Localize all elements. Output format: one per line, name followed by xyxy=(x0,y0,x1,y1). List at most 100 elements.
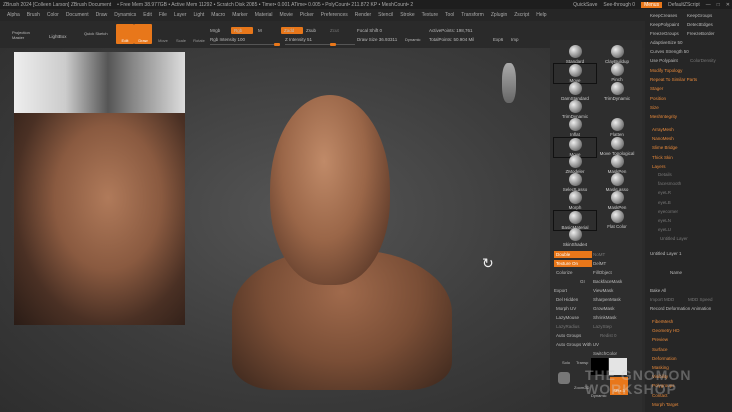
rp-stager[interactable]: Stager xyxy=(650,86,663,91)
move-button[interactable]: Move xyxy=(154,24,172,44)
switchcolor-button[interactable]: SwitchColor xyxy=(593,351,617,356)
menu-zplugin[interactable]: Zplugin xyxy=(491,12,507,18)
rotate-button[interactable]: Rotate xyxy=(190,24,208,44)
zsub-button[interactable]: Zsub xyxy=(306,28,316,33)
brush-damstandard[interactable]: DamStandard xyxy=(553,81,597,101)
mdd-speed-slider[interactable]: MDD Speed xyxy=(688,297,713,302)
brush-move-topological[interactable]: Move Topological xyxy=(595,136,639,156)
z-intensity-slider[interactable]: Z Intensity 51 xyxy=(285,37,312,42)
rp-surface[interactable]: Surface xyxy=(652,347,668,352)
mrgb-button[interactable]: Mrgb xyxy=(210,28,220,33)
quick-sketch-button[interactable]: Quick Sketch xyxy=(84,31,112,36)
rp-preview[interactable]: Preview xyxy=(652,337,668,342)
growmask-button[interactable]: GrowMask xyxy=(593,306,615,311)
menu-movie[interactable]: Movie xyxy=(280,12,293,18)
backfacemask-button[interactable]: BackfaceMask xyxy=(593,279,622,284)
menu-color[interactable]: Color xyxy=(47,12,59,18)
layer-facesmooth[interactable]: facesmooth xyxy=(658,181,681,186)
rp-deformation[interactable]: Deformation xyxy=(652,356,677,361)
menu-texture[interactable]: Texture xyxy=(422,12,438,18)
fillobject-button[interactable]: FillObject xyxy=(593,270,612,275)
brush-trimdynamic[interactable]: TrimDynamic xyxy=(553,99,597,119)
menu-zscript[interactable]: Zscript xyxy=(514,12,529,18)
brush-zmodeler[interactable]: ZModeler xyxy=(553,154,597,174)
close-icon[interactable]: ✕ xyxy=(726,2,730,8)
menu-light[interactable]: Light xyxy=(193,12,204,18)
menu-alpha[interactable]: Alpha xyxy=(7,12,20,18)
nomt-button[interactable]: NoMT xyxy=(593,252,605,257)
double-button[interactable]: Double xyxy=(554,251,592,258)
menu-brush[interactable]: Brush xyxy=(27,12,40,18)
rp-detectedges[interactable]: DetectEdges xyxy=(687,22,713,27)
maximize-icon[interactable]: □ xyxy=(717,2,720,8)
seethrough-slider[interactable]: See-through 0 xyxy=(603,2,635,8)
layer-eyelu[interactable]: eyeLU xyxy=(658,227,671,232)
brush-inflat[interactable]: Inflat xyxy=(553,118,597,137)
menu-transform[interactable]: Transform xyxy=(461,12,484,18)
rp-slime-bridge[interactable]: Slime Bridge xyxy=(652,145,678,150)
layer-name-button[interactable]: Name xyxy=(670,270,682,275)
rp-meshintegrity[interactable]: MeshIntegrity xyxy=(650,114,677,119)
export-button[interactable]: Exp6 xyxy=(493,37,503,42)
untitled-layer-field[interactable]: Untitled Layer xyxy=(660,236,688,241)
default-script[interactable]: DefaultZScript xyxy=(668,2,700,8)
brush-skinshade4[interactable]: SkinShade4 xyxy=(553,228,597,247)
delmt-button[interactable]: DelMT xyxy=(593,261,606,266)
bake-all-button[interactable]: Bake All xyxy=(650,288,666,293)
menu-layer[interactable]: Layer xyxy=(174,12,187,18)
rp-fibermesh[interactable]: FiberMesh xyxy=(652,319,673,324)
rp-position[interactable]: Position xyxy=(650,96,666,101)
menu-stroke[interactable]: Stroke xyxy=(400,12,414,18)
colorize-button[interactable]: Colorize xyxy=(556,270,573,275)
sharpenmask-button[interactable]: SharpenMask xyxy=(593,297,621,302)
auto-groups-uv-button[interactable]: Auto Groups With UV xyxy=(556,342,599,347)
menu-draw[interactable]: Draw xyxy=(96,12,108,18)
zcut-button[interactable]: Zcut xyxy=(330,28,339,33)
import-mdd-button[interactable]: Import MDD xyxy=(650,297,674,302)
lazyradius-slider[interactable]: LazyRadius xyxy=(556,324,580,329)
scale-button[interactable]: Scale xyxy=(172,24,190,44)
layer-eyelb[interactable]: eyeLB xyxy=(658,200,671,205)
rp-keepcreases[interactable]: KeepCreases xyxy=(650,13,677,18)
menu-dynamics[interactable]: Dynamics xyxy=(114,12,136,18)
menu-document[interactable]: Document xyxy=(66,12,89,18)
rp-size[interactable]: Size xyxy=(650,105,659,110)
layer-details[interactable]: Details xyxy=(658,172,672,177)
draw-size-slider[interactable]: Draw Size 36.93311 xyxy=(357,37,397,42)
zadd-button[interactable]: Zadd xyxy=(281,27,303,34)
navigation-cube-head-icon[interactable] xyxy=(502,63,516,103)
layers-header[interactable]: Layers xyxy=(652,164,666,169)
rp-freezegroups[interactable]: FreezeGroups xyxy=(650,31,679,36)
del-hidden-button[interactable]: Del Hidden xyxy=(556,297,578,302)
menu-material[interactable]: Material xyxy=(255,12,273,18)
shrinkmask-button[interactable]: ShrinkMask xyxy=(593,315,617,320)
rp-nanomesh[interactable]: NanoMesh xyxy=(652,136,674,141)
use-polypaint-button[interactable]: Use Polypaint xyxy=(650,58,678,63)
brush-trimdynamic[interactable]: TrimDynamic xyxy=(595,81,639,101)
layer-eyelr[interactable]: eyeLR xyxy=(658,190,671,195)
rgb-intensity-slider[interactable]: Rgb Intensity 100 xyxy=(210,37,245,42)
record-deformation-button[interactable]: Record Deformation Animation xyxy=(650,306,711,311)
layer-eyecorner[interactable]: eyecorner xyxy=(658,209,678,214)
focal-shift-slider[interactable]: Focal Shift 0 xyxy=(357,28,382,33)
brush-masklasso[interactable]: MaskLasso xyxy=(595,173,639,192)
menu-marker[interactable]: Marker xyxy=(232,12,248,18)
rp-freezeborder[interactable]: FreezeBorder xyxy=(687,31,715,36)
rp-repeat-to-similar-parts[interactable]: Repeat To Similar Parts xyxy=(650,77,697,82)
menu-stencil[interactable]: Stencil xyxy=(378,12,393,18)
solo-icon[interactable] xyxy=(558,372,570,384)
brush-flatten[interactable]: Flatten xyxy=(595,118,639,137)
z-intensity-track[interactable] xyxy=(285,43,355,46)
rp-arraymesh[interactable]: ArrayMesh xyxy=(652,127,674,132)
solo-button[interactable]: Solo xyxy=(562,360,570,365)
quicksave-button[interactable]: QuickSave xyxy=(573,2,597,8)
rp-modify-topology[interactable]: Modify Topology xyxy=(650,68,682,73)
menu-edit[interactable]: Edit xyxy=(143,12,152,18)
projection-master-button[interactable]: Projection Master xyxy=(12,30,34,40)
menu-picker[interactable]: Picker xyxy=(300,12,314,18)
export-brush-button[interactable]: Export xyxy=(554,288,567,293)
brush-selectlasso[interactable]: SelectLasso xyxy=(553,173,597,192)
menu-macro[interactable]: Macro xyxy=(211,12,225,18)
m-button[interactable]: M xyxy=(258,28,262,33)
menu-tool[interactable]: Tool xyxy=(445,12,454,18)
